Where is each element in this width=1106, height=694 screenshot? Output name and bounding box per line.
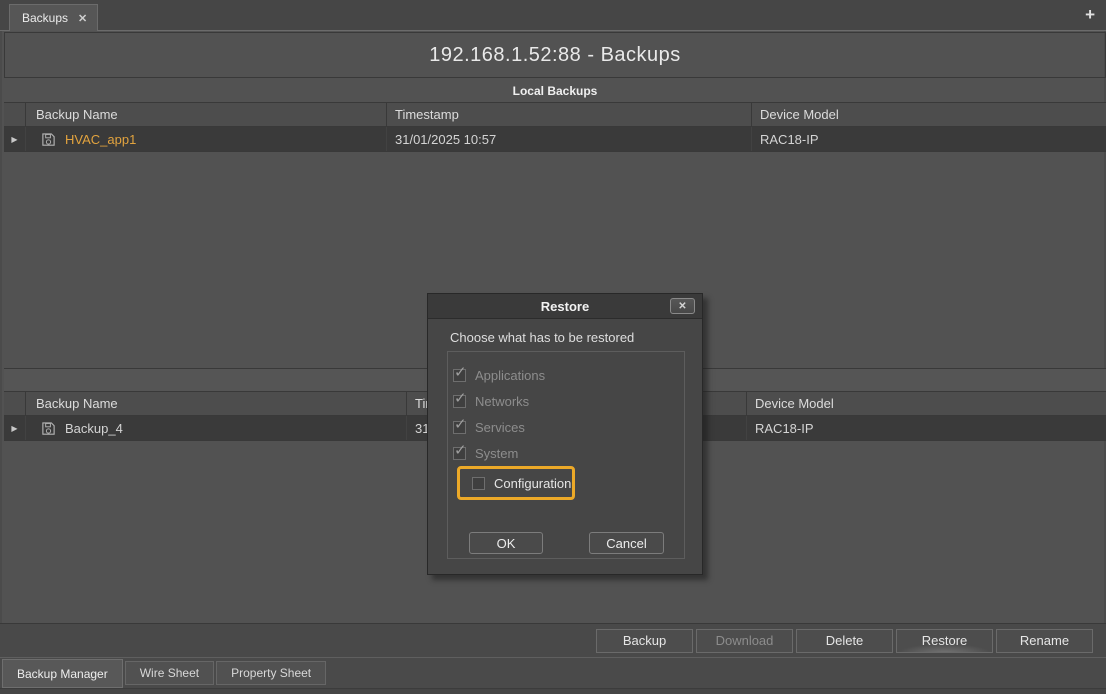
column-backup-name: Backup Name [26,103,387,126]
check-icon: ✓ [454,389,467,407]
download-button[interactable]: Download [696,629,793,653]
header-gutter [4,392,26,415]
row-expand-icon[interactable]: ▶ [11,135,17,144]
checkbox-box[interactable]: ✓ [453,421,466,434]
column-device-model: Device Model [747,392,1106,415]
check-icon: ✓ [454,363,467,381]
tab-wire-sheet[interactable]: Wire Sheet [125,661,214,685]
timestamp-cell: 31/01/2025 10:57 [387,127,752,151]
tab-backups-label: Backups [22,11,68,25]
checkbox-networks[interactable]: ✓ Networks [448,388,684,414]
action-button-bar: Backup Download Delete Restore Rename [0,623,1106,657]
tab-property-sheet[interactable]: Property Sheet [216,661,326,685]
column-timestamp: Timestamp [387,103,752,126]
backup-name-text: HVAC_app1 [65,132,136,147]
checkbox-label: Services [475,420,525,435]
checkbox-label: Configuration [494,476,571,491]
device-model-cell: RAC18-IP [752,127,1106,151]
tab-backup-manager[interactable]: Backup Manager [2,659,123,688]
restore-button[interactable]: Restore [896,629,993,653]
check-icon: ✓ [454,441,467,459]
backup-disk-icon [41,421,56,436]
close-icon[interactable]: ✕ [78,12,87,25]
backup-name-cell: Backup_4 [26,416,407,440]
checkbox-box[interactable]: ✓ [453,395,466,408]
backup-name-cell: HVAC_app1 [26,127,387,151]
backup-name-text: Backup_4 [65,421,123,436]
backup-manager-window: Backups ✕ + 192.168.1.52:88 - Backups Lo… [0,0,1106,694]
row-gutter[interactable]: ▶ [4,416,26,440]
column-backup-name: Backup Name [26,392,407,415]
header-gutter [4,103,26,126]
page-title: 192.168.1.52:88 - Backups [4,32,1106,78]
add-tab-icon[interactable]: + [1085,5,1095,25]
dialog-close-icon[interactable]: ✕ [670,298,695,314]
page-title-text: 192.168.1.52:88 - Backups [429,44,681,67]
table-row[interactable]: ▶ HVAC_app1 31/01/2025 10:57 RAC18-IP [4,127,1106,152]
checkbox-services[interactable]: ✓ Services [448,414,684,440]
checkbox-applications[interactable]: ✓ Applications [448,362,684,388]
bottom-edge-strip [0,688,1106,694]
check-icon: ✓ [454,415,467,433]
checkbox-configuration[interactable]: ✓ Configuration [457,466,575,500]
cancel-button[interactable]: Cancel [589,532,664,554]
rename-button[interactable]: Rename [996,629,1093,653]
dialog-titlebar[interactable]: Restore [428,294,702,319]
restore-options-group: ✓ Applications ✓ Networks ✓ Services ✓ S… [447,351,685,559]
checkbox-box[interactable]: ✓ [472,477,485,490]
device-model-cell: RAC18-IP [747,416,1106,440]
checkbox-system[interactable]: ✓ System [448,440,684,466]
checkbox-label: Networks [475,394,529,409]
restore-dialog: Restore ✕ Choose what has to be restored… [427,293,703,575]
dialog-title: Restore [541,299,589,314]
checkbox-box[interactable]: ✓ [453,447,466,460]
delete-button[interactable]: Delete [796,629,893,653]
backup-disk-icon [41,132,56,147]
checkbox-label: System [475,446,518,461]
ok-button[interactable]: OK [469,532,543,554]
local-backups-heading: Local Backups [4,79,1106,103]
column-device-model: Device Model [752,103,1106,126]
tab-backups[interactable]: Backups ✕ [9,4,98,31]
dialog-prompt: Choose what has to be restored [450,330,634,345]
local-backups-header-row: Backup Name Timestamp Device Model [4,103,1106,127]
row-gutter[interactable]: ▶ [4,127,26,151]
top-tab-bar: Backups ✕ + [0,0,1106,31]
checkbox-box[interactable]: ✓ [453,369,466,382]
backup-button[interactable]: Backup [596,629,693,653]
checkbox-label: Applications [475,368,545,383]
row-expand-icon[interactable]: ▶ [11,424,17,433]
